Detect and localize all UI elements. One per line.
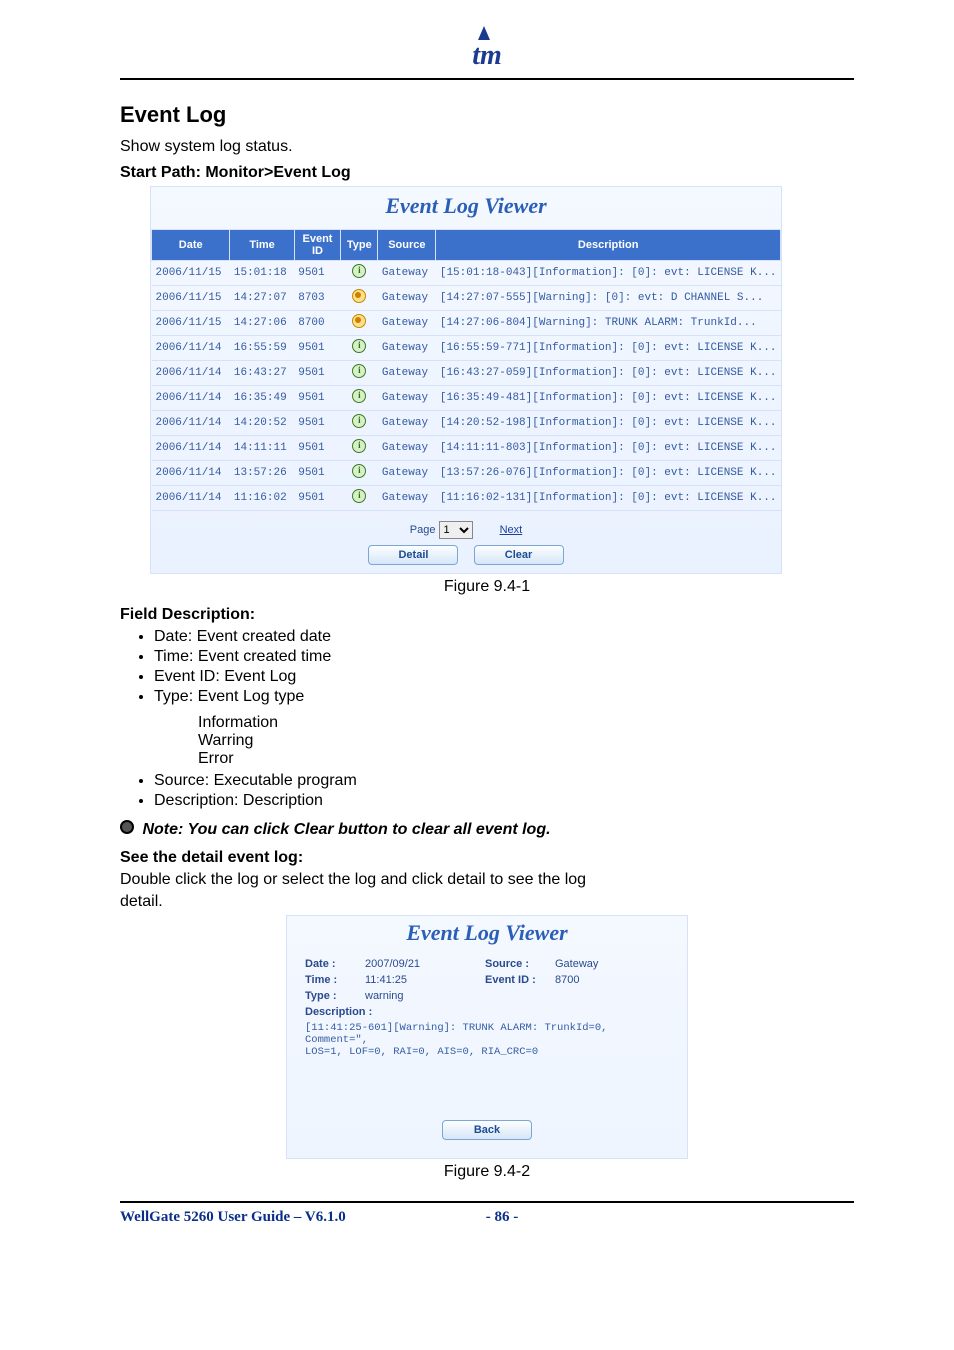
info-icon bbox=[352, 414, 366, 428]
value-source: Gateway bbox=[555, 958, 669, 970]
label-eventid: Event ID : bbox=[485, 974, 555, 986]
value-description: [11:41:25-601][Warning]: TRUNK ALARM: Tr… bbox=[305, 1022, 669, 1112]
col-source[interactable]: Source bbox=[378, 230, 436, 261]
viewer-title: Event Log Viewer bbox=[151, 187, 781, 229]
value-type: warning bbox=[365, 990, 485, 1002]
list-item: Description: Description bbox=[154, 792, 854, 810]
value-date: 2007/09/21 bbox=[365, 958, 485, 970]
col-type[interactable]: Type bbox=[341, 230, 378, 261]
list-item: Date: Event created date bbox=[154, 628, 854, 646]
figure2-caption: Figure 9.4-2 bbox=[120, 1163, 854, 1181]
type-sub-error: Error bbox=[198, 750, 854, 768]
table-row[interactable]: 2006/11/1514:27:078703Gateway[14:27:07-5… bbox=[152, 286, 781, 311]
table-row[interactable]: 2006/11/1416:35:499501Gateway[16:35:49-4… bbox=[152, 386, 781, 411]
table-row[interactable]: 2006/11/1413:57:269501Gateway[13:57:26-0… bbox=[152, 461, 781, 486]
list-item: Type: Event Log type bbox=[154, 688, 854, 706]
warning-icon bbox=[352, 314, 366, 328]
detail-button[interactable]: Detail bbox=[368, 545, 458, 565]
field-list: Date: Event created date Time: Event cre… bbox=[154, 628, 854, 706]
pager: Page 1 Next bbox=[151, 511, 781, 543]
field-description-heading: Field Description: bbox=[120, 606, 854, 624]
header-logo: tm bbox=[120, 40, 854, 72]
label-date: Date : bbox=[305, 958, 365, 970]
table-row[interactable]: 2006/11/1515:01:189501Gateway[15:01:18-0… bbox=[152, 261, 781, 286]
label-description: Description : bbox=[305, 1006, 669, 1018]
logo-arrow-icon bbox=[478, 26, 490, 40]
header-divider bbox=[120, 78, 854, 80]
info-icon bbox=[352, 364, 366, 378]
table-row[interactable]: 2006/11/1414:20:529501Gateway[14:20:52-1… bbox=[152, 411, 781, 436]
info-icon bbox=[352, 489, 366, 503]
intro-text: Show system log status. bbox=[120, 138, 854, 156]
info-icon bbox=[352, 389, 366, 403]
list-item: Time: Event created time bbox=[154, 648, 854, 666]
detail-heading: See the detail event log: bbox=[120, 849, 854, 867]
info-icon bbox=[352, 264, 366, 278]
field-list: Source: Executable program Description: … bbox=[154, 772, 854, 810]
log-table: Date Time Event ID Type Source Descripti… bbox=[151, 229, 781, 511]
section-heading: Event Log bbox=[120, 102, 854, 128]
label-type: Type : bbox=[305, 990, 365, 1002]
event-log-detail-viewer: Event Log Viewer Date : 2007/09/21 Sourc… bbox=[286, 915, 688, 1159]
value-eventid: 8700 bbox=[555, 974, 669, 986]
col-date[interactable]: Date bbox=[152, 230, 230, 261]
page-select[interactable]: 1 bbox=[439, 521, 473, 539]
col-description[interactable]: Description bbox=[436, 230, 781, 261]
detail-body2: detail. bbox=[120, 893, 854, 911]
viewer-title: Event Log Viewer bbox=[287, 916, 687, 956]
table-row[interactable]: 2006/11/1514:27:068700Gateway[14:27:06-8… bbox=[152, 311, 781, 336]
info-icon bbox=[352, 439, 366, 453]
pager-label: Page bbox=[410, 524, 436, 536]
start-path: Start Path: Monitor>Event Log bbox=[120, 164, 854, 182]
clear-button[interactable]: Clear bbox=[474, 545, 564, 565]
footer-divider bbox=[120, 1201, 854, 1203]
footer-title: WellGate 5260 User Guide – V6.1.0 bbox=[120, 1209, 346, 1226]
list-item: Event ID: Event Log bbox=[154, 668, 854, 686]
value-time: 11:41:25 bbox=[365, 974, 485, 986]
label-source: Source : bbox=[485, 958, 555, 970]
back-button[interactable]: Back bbox=[442, 1120, 532, 1140]
table-row[interactable]: 2006/11/1416:55:599501Gateway[16:55:59-7… bbox=[152, 336, 781, 361]
col-eventid[interactable]: Event ID bbox=[294, 230, 341, 261]
col-time[interactable]: Time bbox=[230, 230, 294, 261]
label-time: Time : bbox=[305, 974, 365, 986]
note-bullet-icon bbox=[120, 820, 134, 834]
next-link[interactable]: Next bbox=[500, 524, 523, 536]
note-text: Note: You can click Clear button to clea… bbox=[142, 821, 550, 838]
logo-text: tm bbox=[472, 40, 502, 71]
type-sub-warn: Warring bbox=[198, 732, 854, 750]
type-sub-info: Information bbox=[198, 714, 854, 732]
table-row[interactable]: 2006/11/1411:16:029501Gateway[11:16:02-1… bbox=[152, 486, 781, 511]
table-row[interactable]: 2006/11/1414:11:119501Gateway[14:11:11-8… bbox=[152, 436, 781, 461]
event-log-viewer: Event Log Viewer Date Time Event ID Type… bbox=[150, 186, 782, 574]
info-icon bbox=[352, 339, 366, 353]
table-row[interactable]: 2006/11/1416:43:279501Gateway[16:43:27-0… bbox=[152, 361, 781, 386]
list-item: Source: Executable program bbox=[154, 772, 854, 790]
warning-icon bbox=[352, 289, 366, 303]
footer-page: - 86 - bbox=[486, 1209, 519, 1226]
figure1-caption: Figure 9.4-1 bbox=[120, 578, 854, 596]
detail-body1: Double click the log or select the log a… bbox=[120, 871, 854, 889]
info-icon bbox=[352, 464, 366, 478]
note-line: Note: You can click Clear button to clea… bbox=[120, 820, 854, 839]
